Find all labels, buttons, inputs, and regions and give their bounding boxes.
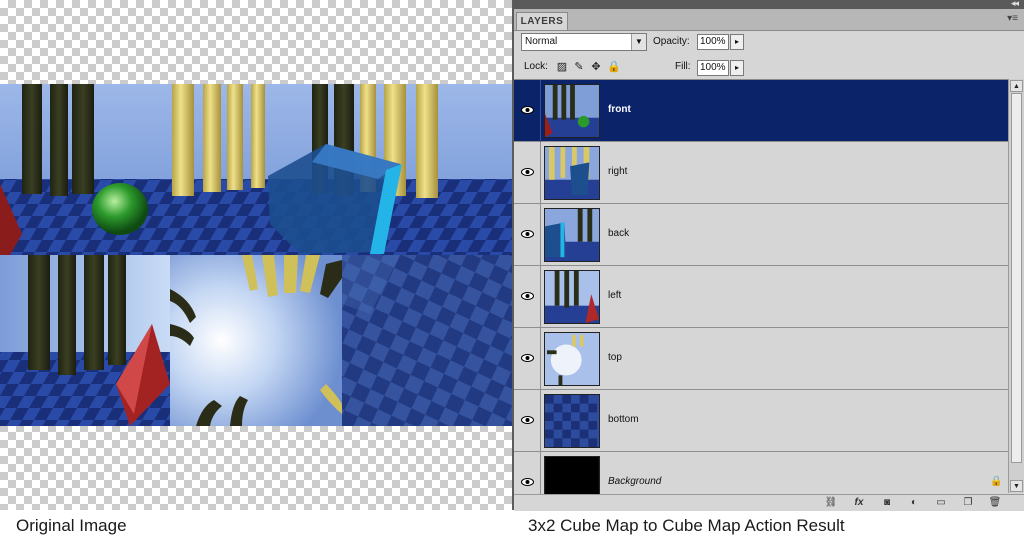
layer-thumbnail [544,332,600,386]
blend-opacity-row: Normal ▼ Opacity: 100% ▸ [514,33,1024,53]
layer-thumbnail [544,208,600,262]
panel-menu-icon[interactable]: ▾≡ [1007,13,1018,24]
layer-thumbnail [544,456,600,494]
scroll-up-icon[interactable]: ▲ [1010,80,1023,92]
tab-layers[interactable]: LAYERS [516,12,568,30]
layer-name: right [608,166,628,177]
layer-name: top [608,352,622,363]
layer-list-scrollbar[interactable]: ▲ ▼ [1008,79,1024,493]
blend-mode-value: Normal [525,36,558,47]
layer-name: bottom [608,414,639,425]
lock-transparent-icon[interactable]: ▨ [556,61,568,73]
lock-move-icon[interactable]: ✥ [590,61,602,73]
chevron-down-icon[interactable]: ▼ [631,34,646,50]
visibility-toggle[interactable] [514,266,541,328]
link-layers-icon[interactable]: ⛓ [824,496,838,510]
lock-paint-icon[interactable]: ✎ [573,61,585,73]
visibility-toggle[interactable] [514,80,541,142]
original-image-caption: Original Image [16,516,127,535]
scroll-down-icon[interactable]: ▼ [1010,480,1023,492]
fill-label: Fill: [675,61,691,72]
trash-icon[interactable]: 🗑 [988,496,1002,510]
eye-icon [521,354,534,362]
layers-bottom-toolbar: ⛓ fx ◙ ◐ ▭ ❐ 🗑 [514,494,1024,511]
visibility-toggle[interactable] [514,142,541,204]
layer-name: front [608,104,631,115]
layer-row-top[interactable]: top [514,328,1008,390]
new-layer-icon[interactable]: ❐ [961,496,975,510]
visibility-toggle[interactable] [514,328,541,390]
layers-panel: ◂◂ LAYERS ▾≡ Normal ▼ Opacity: 100% ▸ Lo… [512,0,1024,511]
collapse-panel-icon[interactable]: ◂◂ [1011,0,1019,9]
blend-mode-select[interactable]: Normal ▼ [521,33,647,51]
layer-lock-icon: 🔒 [990,476,1003,487]
opacity-slider-toggle[interactable]: ▸ [730,34,744,50]
visibility-toggle[interactable] [514,390,541,452]
visibility-toggle[interactable] [514,452,541,494]
new-group-icon[interactable]: ▭ [934,496,948,510]
fx-icon[interactable]: fx [852,496,866,510]
panel-tab-row: LAYERS ▾≡ [514,9,1024,31]
layer-list: front right back left top bottom Backgro… [514,79,1008,494]
layer-row-bottom[interactable]: bottom [514,390,1008,452]
fill-input[interactable]: 100% [697,60,729,76]
layer-thumbnail [544,146,600,200]
layer-name: left [608,290,622,301]
layer-thumbnail [544,270,600,324]
scroll-thumb[interactable] [1011,93,1022,463]
eye-icon [521,230,534,238]
opacity-label: Opacity: [653,36,690,47]
eye-icon [521,292,534,300]
panel-title-bar: ◂◂ [514,0,1024,9]
eye-icon [521,168,534,176]
layer-thumbnail [544,394,600,448]
add-mask-icon[interactable]: ◙ [880,496,894,510]
layer-row-front[interactable]: front [514,80,1008,142]
layer-row-background[interactable]: Background 🔒 [514,452,1008,494]
eye-icon [521,478,534,486]
lock-all-icon[interactable]: 🔒 [607,61,621,73]
layer-row-back[interactable]: back [514,204,1008,266]
cube-map-image [0,84,512,426]
layer-name: Background [608,476,662,487]
fill-slider-toggle[interactable]: ▸ [730,60,744,76]
lock-label: Lock: [524,61,548,72]
eye-icon [521,106,534,114]
opacity-input[interactable]: 100% [697,34,729,50]
layer-row-left[interactable]: left [514,266,1008,328]
result-caption: 3x2 Cube Map to Cube Map Action Result [528,516,845,535]
layer-thumbnail [544,84,600,138]
layer-row-right[interactable]: right [514,142,1008,204]
eye-icon [521,416,534,424]
visibility-toggle[interactable] [514,204,541,266]
layer-name: back [608,228,630,239]
image-canvas[interactable] [0,0,512,510]
adjustment-layer-icon[interactable]: ◐ [907,496,921,510]
